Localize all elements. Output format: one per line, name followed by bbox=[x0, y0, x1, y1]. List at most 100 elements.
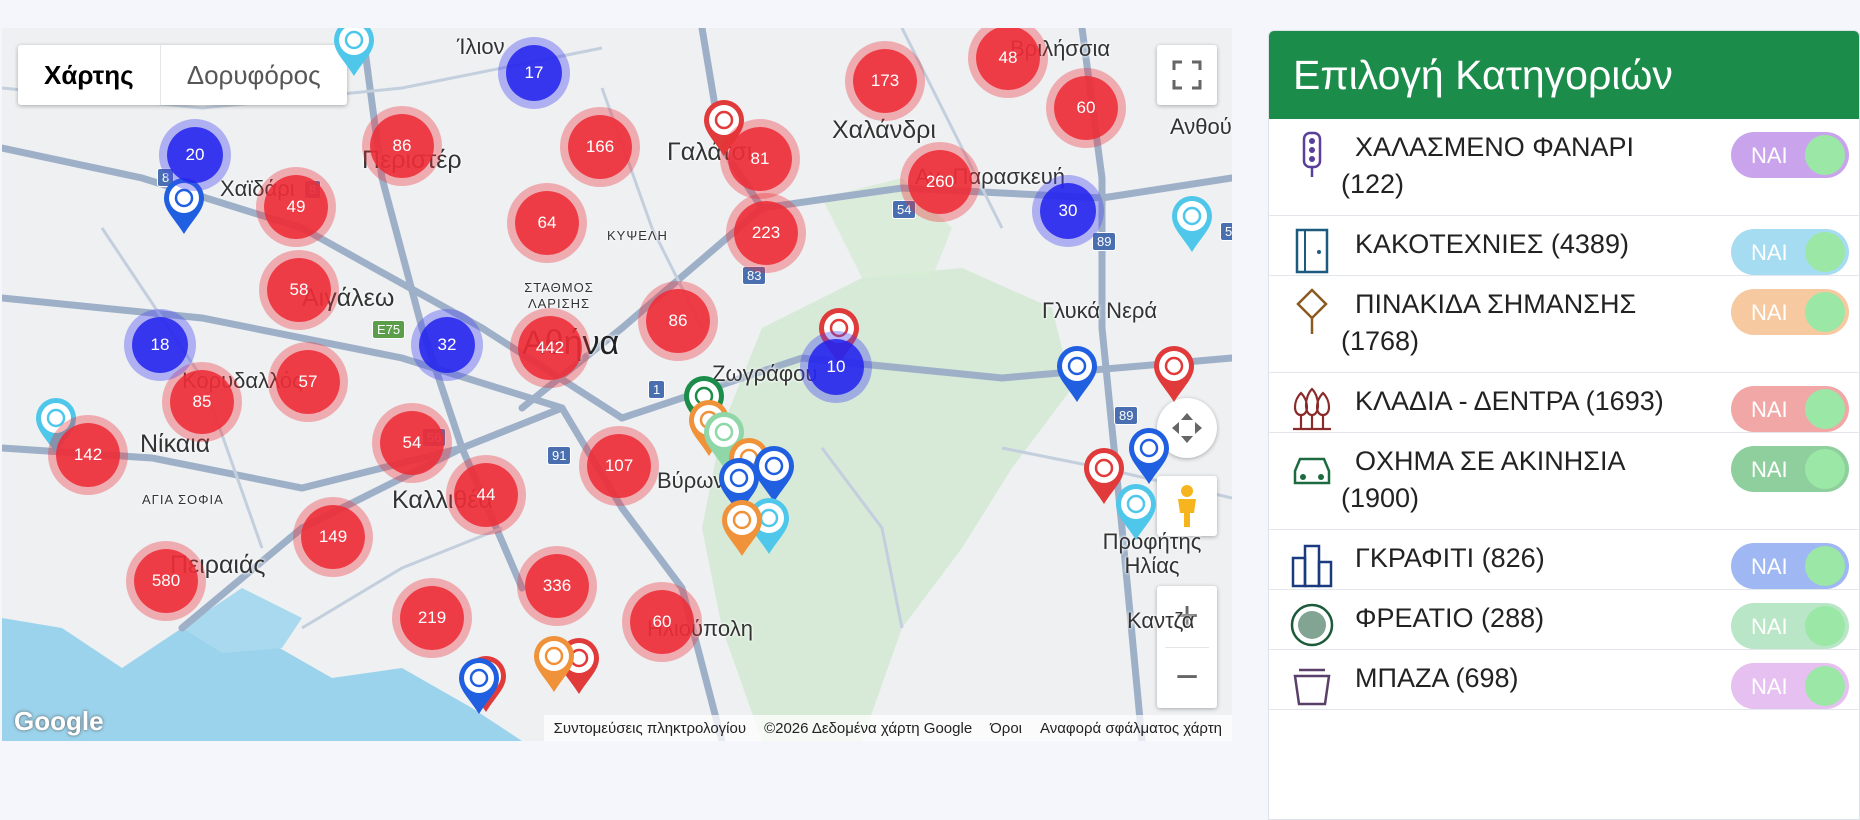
map-pin[interactable] bbox=[1055, 346, 1099, 404]
map-pin[interactable] bbox=[1152, 346, 1196, 404]
road-shield: 83 bbox=[742, 266, 767, 285]
cluster-marker-red[interactable]: 86 bbox=[646, 289, 710, 353]
keyboard-shortcuts-link[interactable]: Συντομεύσεις πληκτρολογίου bbox=[554, 720, 746, 737]
cluster-marker-red[interactable]: 81 bbox=[728, 127, 792, 191]
cluster-marker-red[interactable]: 142 bbox=[56, 423, 120, 487]
place-label: Νίκαια bbox=[140, 430, 211, 458]
road-shield: 1 bbox=[648, 380, 666, 399]
place-label: Γλυκά Νερά bbox=[1042, 298, 1158, 323]
cluster-marker-red[interactable]: 107 bbox=[587, 434, 651, 498]
satellite-tab[interactable]: Δορυφόρος bbox=[161, 45, 347, 105]
place-label: Ίλιον bbox=[457, 34, 505, 59]
toggle-knob bbox=[1805, 449, 1845, 489]
map-attribution: Συντομεύσεις πληκτρολογίου ©2026 Δεδομέν… bbox=[543, 715, 1232, 741]
cluster-marker-red[interactable]: 336 bbox=[525, 554, 589, 618]
category-toggle[interactable]: ΝΑΙ bbox=[1731, 289, 1849, 335]
map-type-control: Χάρτης Δορυφόρος bbox=[18, 45, 347, 105]
cluster-marker-red[interactable]: 64 bbox=[515, 191, 579, 255]
map-pin[interactable] bbox=[332, 28, 376, 78]
toggle-label: ΝΑΙ bbox=[1751, 613, 1788, 639]
category-list: ΧΑΛΑΣΜΕΝΟ ΦΑΝΑΡΙ (122) ΝΑΙ ΚΑΚΟΤΕΧΝΙΕΣ (43… bbox=[1269, 119, 1859, 710]
cluster-marker-blue[interactable]: 18 bbox=[132, 317, 188, 373]
cluster-marker-blue[interactable]: 20 bbox=[167, 127, 223, 183]
category-toggle[interactable]: ΝΑΙ bbox=[1731, 543, 1849, 589]
category-toggle[interactable]: ΝΑΙ bbox=[1731, 446, 1849, 492]
cluster-marker-blue[interactable]: 30 bbox=[1040, 183, 1096, 239]
toggle-knob bbox=[1805, 606, 1845, 646]
category-toggle[interactable]: ΝΑΙ bbox=[1731, 663, 1849, 709]
cluster-marker-red[interactable]: 57 bbox=[276, 350, 340, 414]
manhole-icon bbox=[1290, 603, 1334, 647]
place-label: Χαλάνδρι bbox=[832, 116, 936, 144]
place-label: Ζωγράφου bbox=[712, 361, 818, 386]
road-shield: 54 bbox=[892, 200, 917, 219]
cluster-marker-red[interactable]: 58 bbox=[267, 258, 331, 322]
cluster-marker-blue[interactable]: 17 bbox=[506, 45, 562, 101]
car-icon bbox=[1293, 457, 1331, 485]
cluster-marker-red[interactable]: 86 bbox=[370, 114, 434, 178]
map[interactable]: Χάρτης Δορυφόρος + − Google Συντομεύσεις… bbox=[2, 28, 1232, 741]
toggle-knob bbox=[1805, 292, 1845, 332]
category-row: ΠΙΝΑΚΙΔΑ ΣΗΜΑΝΣΗΣ (1768) ΝΑΙ bbox=[1269, 276, 1859, 373]
map-pin[interactable] bbox=[1114, 484, 1158, 542]
category-toggle[interactable]: ΝΑΙ bbox=[1731, 386, 1849, 432]
map-pin[interactable] bbox=[1127, 428, 1171, 486]
cluster-marker-red[interactable]: 60 bbox=[1054, 76, 1118, 140]
cluster-marker-red[interactable]: 166 bbox=[568, 115, 632, 179]
fullscreen-icon bbox=[1172, 60, 1202, 90]
place-label: Καντζα bbox=[1127, 608, 1195, 633]
cluster-marker-red[interactable]: 48 bbox=[976, 28, 1040, 90]
move-arrows-icon bbox=[1172, 413, 1202, 443]
cluster-marker-red[interactable]: 60 bbox=[630, 590, 694, 654]
terms-link[interactable]: Όροι bbox=[990, 720, 1022, 737]
toggle-label: ΝΑΙ bbox=[1751, 396, 1788, 422]
cluster-marker-red[interactable]: 173 bbox=[853, 49, 917, 113]
category-row: ΜΠΑΖΑ (698) ΝΑΙ bbox=[1269, 650, 1859, 710]
buildings-icon bbox=[1291, 544, 1333, 588]
cluster-marker-blue[interactable]: 32 bbox=[419, 317, 475, 373]
map-data-copyright: ©2026 Δεδομένα χάρτη Google bbox=[764, 719, 973, 737]
road-shield: 89 bbox=[1092, 232, 1117, 251]
cluster-marker-red[interactable]: 149 bbox=[301, 505, 365, 569]
sign-icon bbox=[1296, 288, 1328, 334]
google-logo: Google bbox=[14, 706, 104, 736]
map-pin[interactable] bbox=[720, 500, 764, 558]
cluster-marker-blue[interactable]: 10 bbox=[808, 339, 864, 395]
cluster-marker-red[interactable]: 580 bbox=[134, 549, 198, 613]
map-pin[interactable] bbox=[457, 658, 501, 716]
cluster-marker-red[interactable]: 85 bbox=[170, 370, 234, 434]
cluster-marker-red[interactable]: 260 bbox=[908, 150, 972, 214]
place-label: ΚΥΨΕΛΗ bbox=[607, 228, 668, 243]
category-row: ΚΑΚΟΤΕΧΝΙΕΣ (4389) ΝΑΙ bbox=[1269, 216, 1859, 276]
map-pin[interactable] bbox=[532, 636, 576, 694]
zoom-out-button[interactable]: − bbox=[1157, 647, 1217, 708]
map-pin[interactable] bbox=[162, 178, 206, 236]
cluster-marker-red[interactable]: 54 bbox=[380, 411, 444, 475]
pegman-icon bbox=[1178, 485, 1196, 527]
category-toggle[interactable]: ΝΑΙ bbox=[1731, 229, 1849, 275]
cluster-marker-red[interactable]: 442 bbox=[518, 316, 582, 380]
toggle-label: ΝΑΙ bbox=[1751, 142, 1788, 168]
report-error-link[interactable]: Αναφορά σφάλματος χάρτη bbox=[1040, 720, 1222, 737]
toggle-label: ΝΑΙ bbox=[1751, 299, 1788, 325]
category-toggle[interactable]: ΝΑΙ bbox=[1731, 603, 1849, 649]
toggle-knob bbox=[1805, 389, 1845, 429]
road-shield: 5 bbox=[1220, 222, 1232, 241]
cluster-marker-red[interactable]: 49 bbox=[264, 175, 328, 239]
trees-icon bbox=[1293, 387, 1331, 431]
category-row: ΓΚΡΑΦΙΤΙ (826) ΝΑΙ bbox=[1269, 530, 1859, 590]
road-shield: 89 bbox=[1114, 406, 1139, 425]
category-row: ΧΑΛΑΣΜΕΝΟ ΦΑΝΑΡΙ (122) ΝΑΙ bbox=[1269, 119, 1859, 216]
toggle-label: ΝΑΙ bbox=[1751, 239, 1788, 265]
toggle-knob bbox=[1805, 546, 1845, 586]
fullscreen-button[interactable] bbox=[1157, 45, 1217, 105]
toggle-knob bbox=[1805, 232, 1845, 272]
category-row: ΚΛΑΔΙΑ - ΔΕΝΤΡΑ (1693) ΝΑΙ bbox=[1269, 373, 1859, 433]
map-pin[interactable] bbox=[1170, 196, 1214, 254]
cluster-marker-red[interactable]: 223 bbox=[734, 201, 798, 265]
cluster-marker-red[interactable]: 219 bbox=[400, 586, 464, 650]
road-shield: 91 bbox=[547, 446, 572, 465]
map-tab[interactable]: Χάρτης bbox=[18, 45, 161, 105]
cluster-marker-red[interactable]: 44 bbox=[454, 463, 518, 527]
category-toggle[interactable]: ΝΑΙ bbox=[1731, 132, 1849, 178]
